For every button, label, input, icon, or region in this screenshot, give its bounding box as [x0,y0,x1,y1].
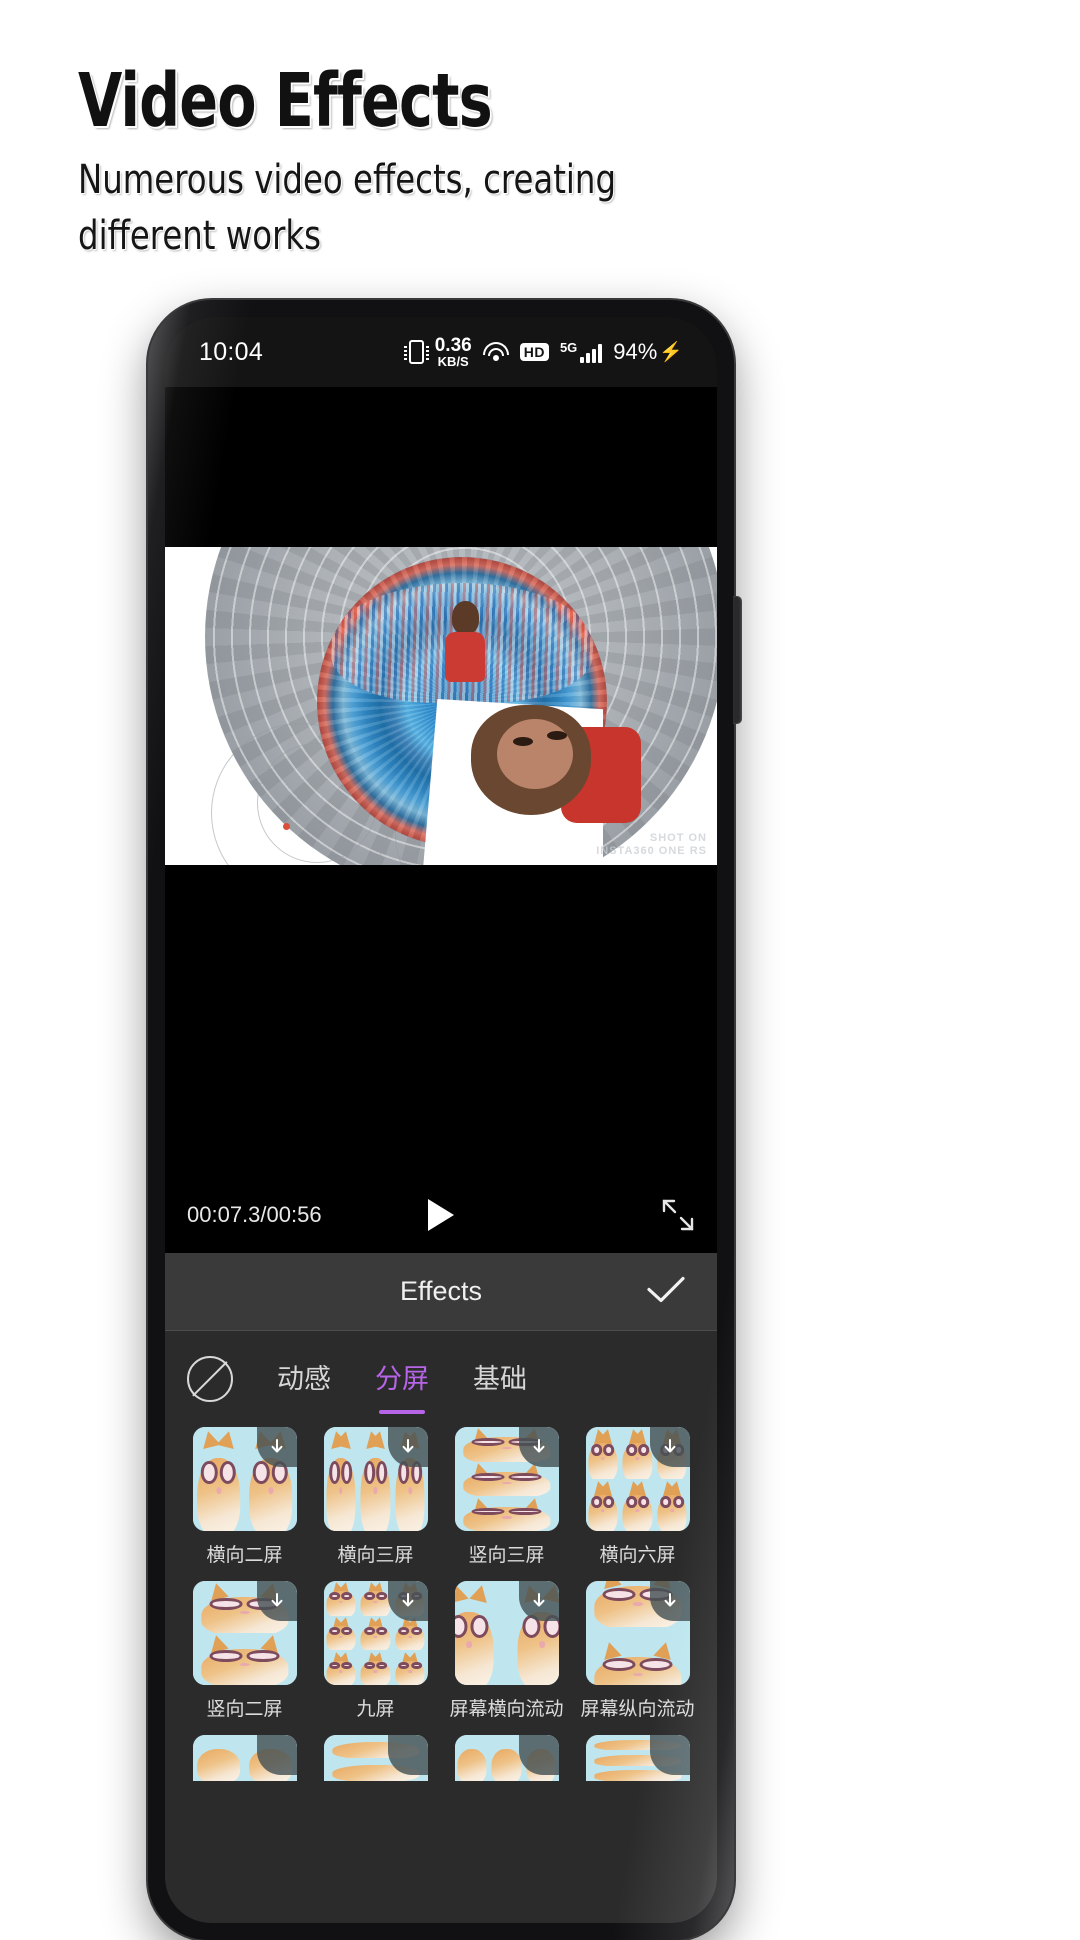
effect-item[interactable]: 横向二屏 [183,1427,306,1567]
effect-item[interactable] [445,1735,568,1781]
effect-thumbnail[interactable] [323,1581,428,1685]
hd-badge: HD [519,343,549,361]
effect-item[interactable]: 横向三屏 [314,1427,437,1567]
tab-dongGan[interactable]: 动感 [277,1357,331,1402]
phone-mockup: 10:04 0.36 KB/S HD 5G 94% ⚡ SHOT ON INST… [148,300,742,1940]
vibrate-icon [403,340,429,364]
effect-item[interactable] [314,1735,437,1781]
effect-label: 横向二屏 [206,1545,283,1566]
effect-label: 屏幕横向流动 [449,1699,564,1720]
effect-item[interactable]: 横向六屏 [576,1427,699,1567]
wifi-icon [482,342,509,362]
player-controls: 00:07.3/00:56 [165,1177,717,1253]
status-icons: 0.36 KB/S HD 5G 94% ⚡ [403,336,683,368]
tab-fenPing[interactable]: 分屏 [375,1357,429,1402]
effects-grid-row-3-partial [165,1735,717,1781]
network-type-label: 5G [559,340,578,355]
effects-panel: 动感 分屏 基础 横向二屏 横向三屏 竖向三屏 横向六屏 竖向二屏 九屏 屏幕横… [165,1331,717,1923]
charging-icon: ⚡ [659,342,683,363]
effect-thumbnail[interactable] [454,1735,559,1781]
effects-grid-row-2: 竖向二屏 九屏 屏幕横向流动 屏幕纵向流动 [165,1581,717,1721]
power-button[interactable] [733,596,742,724]
status-time: 10:04 [199,337,264,366]
page-subtitle: Numerous video effects, creating differe… [78,157,617,259]
playback-time: 00:07.3/00:56 [187,1202,322,1227]
effect-item[interactable] [183,1735,306,1781]
effect-thumbnail[interactable] [323,1735,428,1781]
phone-screen: 10:04 0.36 KB/S HD 5G 94% ⚡ SHOT ON INST… [165,317,717,1923]
page-title: Video Effects [78,58,493,144]
video-preview-area[interactable]: SHOT ON INSTA360 ONE RS [165,387,717,1177]
check-icon[interactable] [645,1274,687,1309]
effect-thumbnail[interactable] [192,1427,297,1531]
tab-jiChu[interactable]: 基础 [473,1357,527,1402]
effect-thumbnail[interactable] [192,1735,297,1781]
battery-percent: 94% [613,339,658,364]
effect-item[interactable]: 竖向二屏 [183,1581,306,1721]
effects-title: Effects [399,1276,483,1306]
effect-item[interactable]: 九屏 [314,1581,437,1721]
effects-grid-row-1: 横向二屏 横向三屏 竖向三屏 横向六屏 [165,1427,717,1567]
signal-bars-icon: 5G [559,340,603,363]
effect-item[interactable]: 屏幕纵向流动 [576,1581,699,1721]
network-speed-unit: KB/S [437,354,469,369]
effect-item[interactable]: 竖向三屏 [445,1427,568,1567]
effect-label: 竖向三屏 [468,1545,545,1566]
fullscreen-expand-icon[interactable] [661,1198,695,1232]
no-effect-icon[interactable] [187,1356,233,1402]
video-frame: SHOT ON INSTA360 ONE RS [165,547,717,865]
effect-thumbnail[interactable] [454,1427,559,1531]
network-speed: 0.36 KB/S [435,336,472,368]
play-icon[interactable] [428,1199,454,1231]
camera-watermark: SHOT ON INSTA360 ONE RS [596,831,707,858]
effect-label: 屏幕纵向流动 [580,1699,695,1720]
effect-item[interactable] [576,1735,699,1781]
person-face-overlay [461,697,641,842]
effect-label: 竖向二屏 [206,1699,283,1720]
effect-thumbnail[interactable] [323,1427,428,1531]
effects-category-tabs: 动感 分屏 基础 [165,1331,717,1427]
effect-thumbnail[interactable] [585,1427,690,1531]
effect-label: 横向三屏 [337,1545,414,1566]
effect-thumbnail[interactable] [192,1581,297,1685]
effect-label: 九屏 [356,1699,395,1720]
effects-panel-header: Effects [165,1253,717,1331]
effect-thumbnail[interactable] [585,1735,690,1781]
effect-thumbnail[interactable] [454,1581,559,1685]
status-bar: 10:04 0.36 KB/S HD 5G 94% ⚡ [165,317,717,387]
battery-status: 94% ⚡ [613,339,683,365]
effect-thumbnail[interactable] [585,1581,690,1685]
effect-label: 横向六屏 [599,1545,676,1566]
network-speed-value: 0.36 [434,335,472,356]
effect-item[interactable]: 屏幕横向流动 [445,1581,568,1721]
